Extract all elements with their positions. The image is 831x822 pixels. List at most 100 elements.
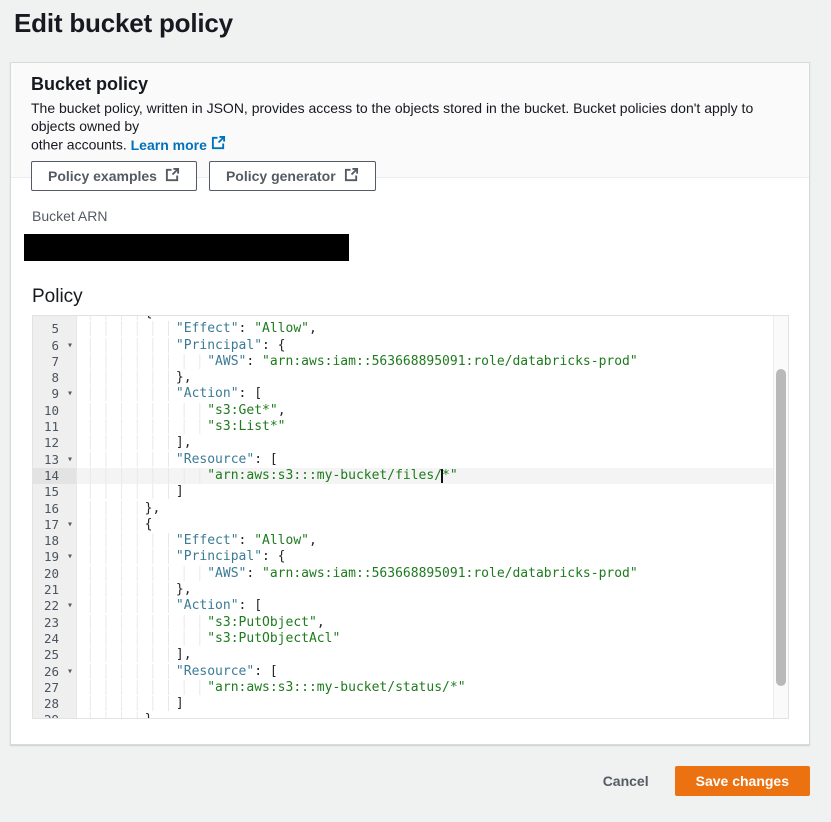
code-text[interactable]: ] [77,696,773,712]
code-text[interactable]: "Principal": { [77,338,773,354]
code-line[interactable]: 6▾ "Principal": { [33,338,773,354]
line-number: 6▾ [33,338,77,354]
editor-scrollbar[interactable] [773,316,788,718]
external-link-icon [211,135,226,154]
code-text[interactable]: "s3:Get*", [77,403,773,419]
code-line[interactable]: 26▾ "Resource": [ [33,664,773,680]
fold-arrow-icon[interactable]: ▾ [67,517,73,533]
line-number: 24 [33,631,77,647]
fold-arrow-icon[interactable]: ▾ [67,386,73,402]
line-number: 13▾ [33,452,77,468]
code-line[interactable]: 18 "Effect": "Allow", [33,533,773,549]
line-number: 22▾ [33,598,77,614]
panel-header: Bucket policy The bucket policy, written… [11,63,809,178]
policy-examples-button[interactable]: Policy examples [31,161,197,191]
fold-arrow-icon[interactable]: ▾ [67,549,73,565]
page-title: Edit bucket policy [14,8,831,39]
line-number: 14 [33,468,77,484]
code-line[interactable]: 9▾ "Action": [ [33,386,773,402]
code-text[interactable]: }, [77,370,773,386]
code-line[interactable]: 14 "arn:aws:s3:::my-bucket/files/*" [33,468,773,484]
code-text[interactable]: "AWS": "arn:aws:iam::563668895091:role/d… [77,566,773,582]
policy-heading: Policy [32,286,789,308]
code-line[interactable]: 27 "arn:aws:s3:::my-bucket/status/*" [33,680,773,696]
bucket-policy-panel: Bucket policy The bucket policy, written… [10,62,810,745]
code-text[interactable]: "Action": [ [77,598,773,614]
external-link-icon [344,167,359,185]
policy-code-editor[interactable]: {5 "Effect": "Allow",6▾ "Principal": {7 … [32,315,789,719]
policy-generator-button[interactable]: Policy generator [209,161,376,191]
description-line1: The bucket policy, written in JSON, prov… [31,100,753,134]
line-number: 29 [33,712,77,719]
save-changes-button[interactable]: Save changes [675,766,810,796]
code-line[interactable]: 21 }, [33,582,773,598]
code-line[interactable]: 11 "s3:List*" [33,419,773,435]
code-line[interactable]: 22▾ "Action": [ [33,598,773,614]
fold-arrow-icon[interactable]: ▾ [67,664,73,680]
code-text[interactable]: "AWS": "arn:aws:iam::563668895091:role/d… [77,354,773,370]
code-line[interactable]: 8 }, [33,370,773,386]
footer-actions: Cancel Save changes [10,766,810,796]
fold-arrow-icon[interactable]: ▾ [67,452,73,468]
learn-more-link[interactable]: Learn more [131,135,226,154]
code-line[interactable]: 13▾ "Resource": [ [33,452,773,468]
code-text[interactable]: "s3:List*" [77,419,773,435]
code-line[interactable]: 10 "s3:Get*", [33,403,773,419]
code-line[interactable]: 12 ], [33,435,773,451]
bucket-arn-redacted-value [24,234,349,261]
panel-description: The bucket policy, written in JSON, prov… [31,99,789,154]
line-number: 28 [33,696,77,712]
code-text[interactable]: "s3:PutObjectAcl" [77,631,773,647]
line-number: 11 [33,419,77,435]
code-line[interactable]: 25 ], [33,647,773,663]
code-text[interactable]: ], [77,647,773,663]
code-line[interactable]: 15 ] [33,484,773,500]
code-text[interactable]: "Effect": "Allow", [77,321,773,337]
code-text[interactable]: "arn:aws:s3:::my-bucket/status/*" [77,680,773,696]
code-text[interactable]: }, [77,582,773,598]
code-line[interactable]: 23 "s3:PutObject", [33,615,773,631]
external-link-icon [165,167,180,185]
code-text[interactable]: "Action": [ [77,386,773,402]
scrollbar-thumb[interactable] [776,369,786,686]
code-line[interactable]: 29 }, [33,712,773,719]
line-number: 25 [33,647,77,663]
code-line[interactable]: 16 }, [33,501,773,517]
line-number: 10 [33,403,77,419]
code-line[interactable]: 28 ] [33,696,773,712]
bucket-arn-label: Bucket ARN [32,207,789,225]
fold-arrow-icon[interactable]: ▾ [67,338,73,354]
line-number: 19▾ [33,549,77,565]
code-text[interactable]: "Resource": [ [77,664,773,680]
code-line[interactable]: 24 "s3:PutObjectAcl" [33,631,773,647]
code-text[interactable]: "s3:PutObject", [77,615,773,631]
code-text[interactable]: "Principal": { [77,549,773,565]
line-number: 21 [33,582,77,598]
code-text[interactable]: "Resource": [ [77,452,773,468]
line-number: 20 [33,566,77,582]
line-number: 12 [33,435,77,451]
line-number: 7 [33,354,77,370]
line-number: 23 [33,615,77,631]
line-number: 8 [33,370,77,386]
code-text[interactable]: "Effect": "Allow", [77,533,773,549]
code-line[interactable]: 5 "Effect": "Allow", [33,321,773,337]
code-text[interactable]: ] [77,484,773,500]
cancel-button[interactable]: Cancel [603,773,649,789]
line-number: 5 [33,321,77,337]
code-text[interactable]: ], [77,435,773,451]
code-text[interactable]: }, [77,501,773,517]
code-line[interactable]: 20 "AWS": "arn:aws:iam::563668895091:rol… [33,566,773,582]
code-line[interactable]: 7 "AWS": "arn:aws:iam::563668895091:role… [33,354,773,370]
panel-title: Bucket policy [31,72,789,95]
code-text[interactable]: }, [77,712,773,719]
code-text[interactable]: "arn:aws:s3:::my-bucket/files/*" [77,468,773,484]
code-line[interactable]: 19▾ "Principal": { [33,549,773,565]
header-button-row: Policy examples Policy generator [31,161,789,191]
line-number: 18 [33,533,77,549]
code-line[interactable]: 17▾ { [33,517,773,533]
line-number: 9▾ [33,386,77,402]
fold-arrow-icon[interactable]: ▾ [67,598,73,614]
code-text[interactable]: { [77,517,773,533]
panel-content: Bucket ARN Policy {5 "Effect": "Allow",6… [11,207,809,719]
